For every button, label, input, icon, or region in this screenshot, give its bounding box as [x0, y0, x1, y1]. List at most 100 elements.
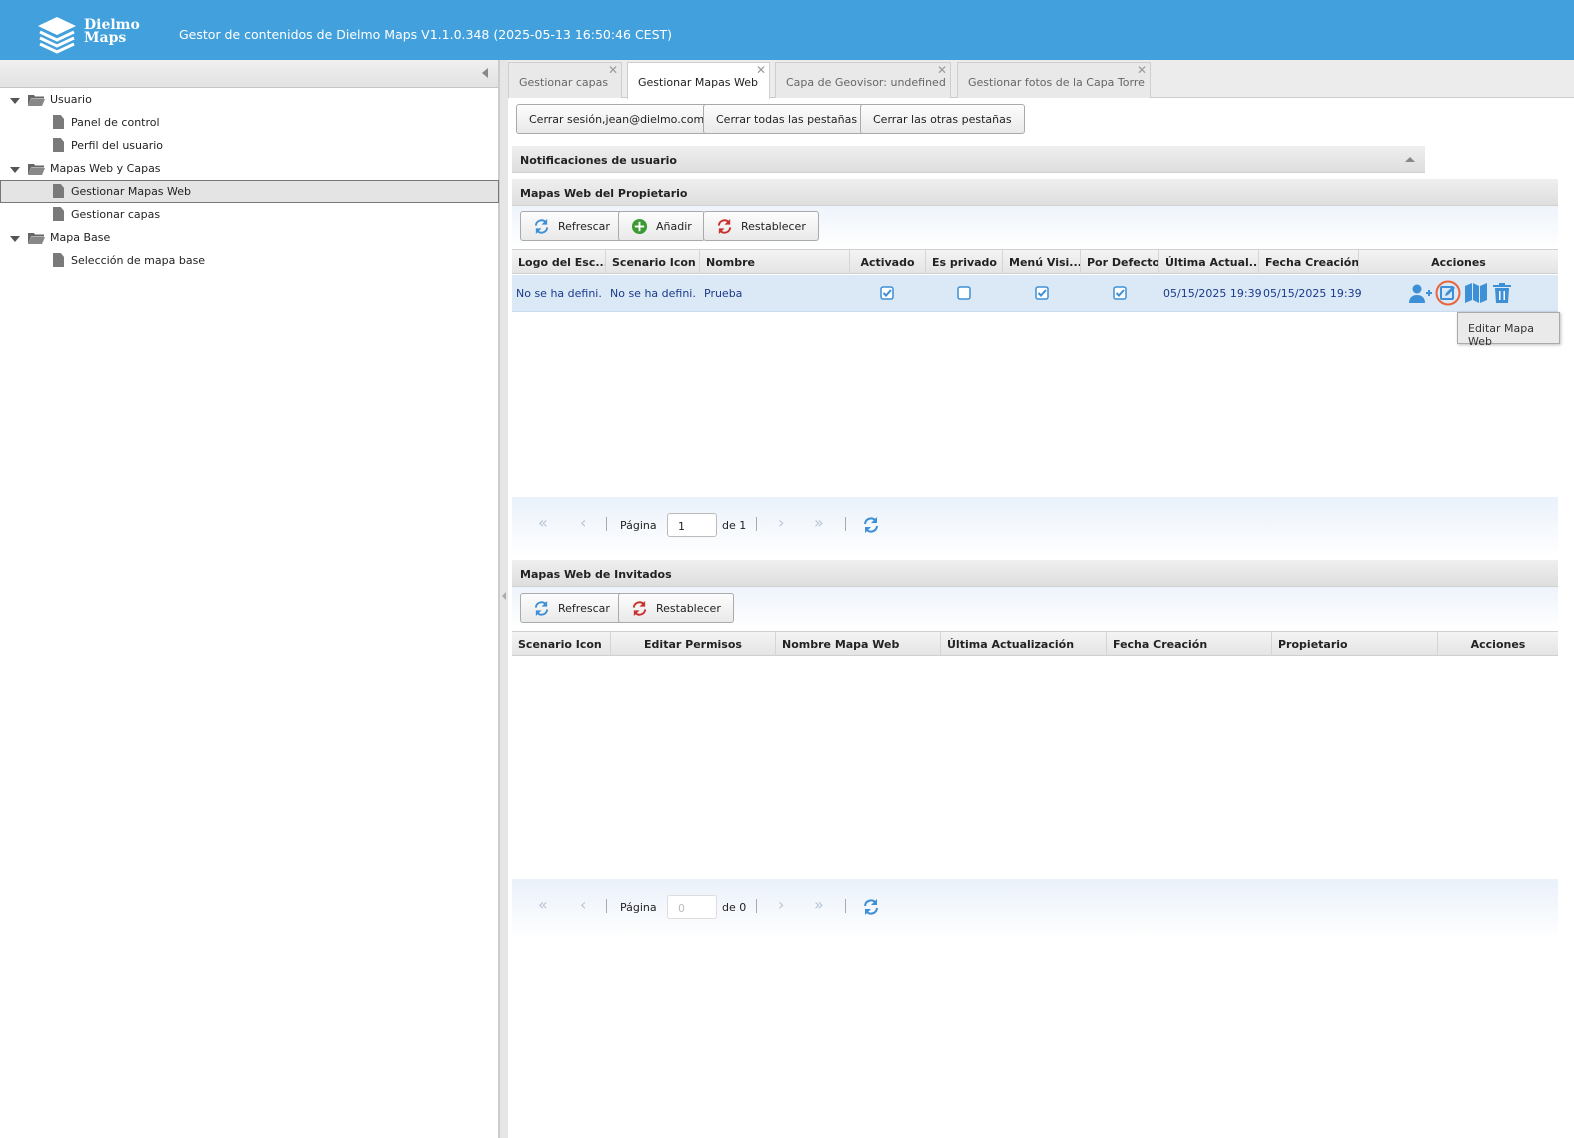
guest-maps-toolbar: Refrescar Restablecer [512, 587, 1558, 629]
tab-label: Gestionar Mapas Web [638, 76, 759, 89]
collapse-sidebar-icon[interactable] [482, 68, 488, 78]
menu-visible-checkbox[interactable] [1035, 286, 1049, 300]
page-number-input[interactable]: 0 [667, 895, 717, 919]
tab-capa-de-geovisor[interactable]: Capa de Geovisor: undefined ✕ [775, 62, 951, 98]
next-page-icon[interactable]: › [778, 515, 784, 531]
sidebar-item-panel-de-control[interactable]: Panel de control [0, 112, 499, 134]
document-icon [53, 207, 64, 221]
cell-updated: 05/15/2025 19:39 [1163, 287, 1262, 300]
cell-logo: No se ha defini... [516, 287, 602, 300]
column-header[interactable]: Nombre Mapa Web [776, 632, 941, 656]
last-page-icon[interactable]: » [814, 515, 824, 531]
section-title: Notificaciones de usuario [520, 154, 677, 167]
refresh-button[interactable]: Refrescar [520, 211, 623, 241]
first-page-icon[interactable]: « [538, 515, 548, 531]
pager-separator [756, 899, 757, 913]
app-title: Gestor de contenidos de Dielmo Maps V1.1… [179, 27, 673, 42]
reset-button[interactable]: Restablecer [703, 211, 819, 241]
notifications-panel-header[interactable]: Notificaciones de usuario [512, 146, 1425, 173]
expand-triangle-icon[interactable] [10, 167, 20, 173]
refresh-button[interactable]: Refrescar [520, 593, 623, 623]
close-icon[interactable]: ✕ [1137, 64, 1147, 76]
refresh-icon[interactable] [862, 516, 880, 534]
column-header[interactable]: Fecha Creación [1259, 250, 1359, 274]
refresh-icon[interactable] [862, 898, 880, 916]
tab-label: Capa de Geovisor: undefined [786, 76, 946, 89]
column-header[interactable]: Propietario [1272, 632, 1438, 656]
activated-checkbox[interactable] [880, 286, 894, 300]
user-add-icon[interactable] [1408, 284, 1432, 304]
open-folder-icon [28, 95, 45, 106]
default-checkbox[interactable] [1113, 286, 1127, 300]
private-checkbox[interactable] [957, 286, 971, 300]
logo-text: Dielmo Maps [84, 17, 140, 46]
prev-page-icon[interactable]: ‹ [580, 515, 586, 531]
trash-icon[interactable] [1493, 283, 1511, 303]
open-folder-icon [28, 164, 45, 175]
tab-gestionar-fotos[interactable]: Gestionar fotos de la Capa Torre ✕ [957, 62, 1151, 98]
sidebar-item-gestionar-capas[interactable]: Gestionar capas [0, 204, 499, 226]
tree-folder-mapas-web-y-capas[interactable]: Mapas Web y Capas [0, 158, 499, 180]
edit-icon[interactable] [1435, 280, 1461, 306]
column-header[interactable]: Última Actual... [1159, 250, 1259, 274]
close-icon[interactable]: ✕ [756, 64, 766, 76]
tab-gestionar-mapas-web[interactable]: Gestionar Mapas Web ✕ [627, 62, 770, 99]
column-header[interactable]: Última Actualización [941, 632, 1107, 656]
main-panel: Gestionar capas ✕ Gestionar Mapas Web ✕ … [508, 60, 1574, 1138]
document-icon [53, 184, 64, 198]
dielmo-maps-logo[interactable]: Dielmo Maps [36, 15, 140, 55]
section-title: Mapas Web del Propietario [520, 187, 688, 200]
close-icon[interactable]: ✕ [937, 64, 947, 76]
add-button[interactable]: Añadir [618, 211, 705, 241]
sidebar: Usuario Panel de control Perfil del usua… [0, 60, 499, 1138]
column-header[interactable]: Activado [850, 250, 926, 274]
column-header[interactable]: Scenario Icon [606, 250, 700, 274]
tab-label: Gestionar capas [519, 76, 609, 89]
column-header[interactable]: Scenario Icon [512, 632, 611, 656]
page-label: Página [620, 901, 657, 914]
collapse-arrow-icon[interactable] [502, 592, 506, 600]
map-icon[interactable] [1465, 283, 1487, 303]
guest-maps-pager: « ‹ Página 0 de 0 › » [512, 879, 1558, 939]
column-header[interactable]: Es privado [926, 250, 1003, 274]
column-header[interactable]: Acciones [1359, 250, 1558, 274]
pager-separator [606, 899, 607, 913]
logout-button[interactable]: Cerrar sesión,jean@dielmo.com [516, 104, 718, 134]
tree-label: Gestionar Mapas Web [71, 185, 192, 198]
expand-triangle-icon[interactable] [10, 98, 20, 104]
tree-label: Usuario [50, 93, 92, 106]
sidebar-item-gestionar-mapas-web[interactable]: Gestionar Mapas Web [0, 180, 499, 203]
column-header[interactable]: Fecha Creación [1107, 632, 1272, 656]
column-header[interactable]: Acciones [1438, 632, 1558, 656]
collapse-up-icon[interactable] [1405, 157, 1415, 162]
cell-created: 05/15/2025 19:39 [1263, 287, 1362, 300]
sidebar-header [0, 60, 498, 88]
table-row[interactable]: No se ha defini... No se ha defini... Pr… [512, 275, 1558, 312]
tree-label: Mapa Base [50, 231, 111, 244]
pager-separator [845, 899, 846, 913]
column-header[interactable]: Menú Visi... [1003, 250, 1081, 274]
sidebar-item-perfil-del-usuario[interactable]: Perfil del usuario [0, 135, 499, 157]
page-number-input[interactable]: 1 [667, 513, 717, 537]
panel-splitter[interactable] [499, 60, 508, 1138]
app-header: Dielmo Maps Gestor de contenidos de Diel… [0, 0, 1574, 60]
document-icon [53, 138, 64, 152]
cell-name: Prueba [704, 287, 743, 300]
sidebar-item-seleccion-mapa-base[interactable]: Selección de mapa base [0, 250, 499, 272]
column-header[interactable]: Editar Permisos [611, 632, 776, 656]
close-all-tabs-button[interactable]: Cerrar todas las pestañas [703, 104, 871, 134]
close-icon[interactable]: ✕ [608, 64, 618, 76]
column-header[interactable]: Por Defecto [1081, 250, 1159, 274]
button-label: Añadir [656, 219, 692, 233]
cell-icon: No se ha defini... [610, 287, 696, 300]
close-other-tabs-button[interactable]: Cerrar las otras pestañas [860, 104, 1025, 134]
expand-triangle-icon[interactable] [10, 236, 20, 242]
column-header[interactable]: Logo del Esc... [512, 250, 606, 274]
tab-gestionar-capas[interactable]: Gestionar capas ✕ [508, 62, 622, 98]
reset-button[interactable]: Restablecer [618, 593, 734, 623]
tree-label: Mapas Web y Capas [50, 162, 161, 175]
tree-folder-mapa-base[interactable]: Mapa Base [0, 227, 499, 249]
tree-folder-usuario[interactable]: Usuario [0, 89, 499, 111]
pager-separator [845, 517, 846, 531]
column-header[interactable]: Nombre [700, 250, 850, 274]
